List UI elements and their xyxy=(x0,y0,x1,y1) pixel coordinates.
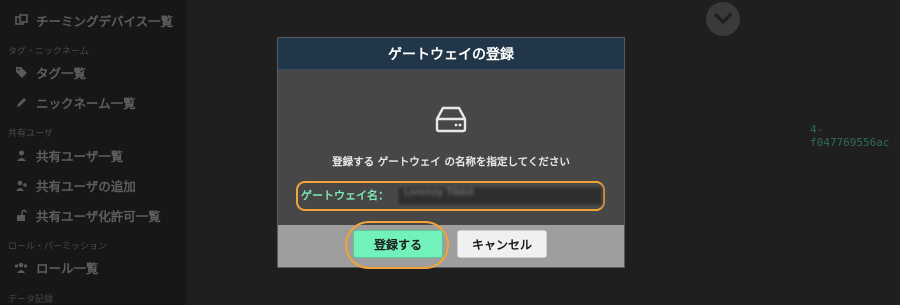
devices-icon xyxy=(14,13,28,27)
chevron-down-icon[interactable] xyxy=(706,2,740,36)
gateway-id-text: 4-f047769556ac xyxy=(810,123,890,149)
dialog-footer xyxy=(278,225,624,267)
sidebar-item-label: 共有ユーザ化許可一覧 xyxy=(36,208,161,224)
register-button[interactable]: 登録する xyxy=(353,230,443,258)
sidebar-item-roles[interactable]: ロール一覧 xyxy=(0,252,186,282)
sidebar-item-tags[interactable]: タグ一覧 xyxy=(0,57,186,87)
sidebar-item-label: 共有ユーザ一覧 xyxy=(36,148,124,164)
sidebar-item-shared-users[interactable]: 共有ユーザ一覧 xyxy=(0,140,186,170)
sidebar-item-teaming-devices[interactable]: チーミングデバイス一覧 xyxy=(0,5,186,35)
sidebar-section-shared-users: 共有ユーザ xyxy=(8,129,53,139)
dialog-title: ゲートウェイの登録 xyxy=(278,38,624,70)
sidebar-item-shared-user-permissions[interactable]: 共有ユーザ化許可一覧 xyxy=(0,200,186,230)
sidebar-item-label: ロール一覧 xyxy=(36,260,99,276)
sidebar-item-label: タグ一覧 xyxy=(36,65,87,81)
user-plus-icon xyxy=(14,178,28,192)
sidebar-item-label: ニックネーム一覧 xyxy=(36,95,136,111)
register-gateway-dialog: ゲートウェイの登録 登録する ゲートウェイ の名称を指定してください ゲートウェ… xyxy=(277,37,625,269)
sidebar-item-label: 共有ユーザの追加 xyxy=(36,178,136,194)
hard-drive-icon xyxy=(434,104,468,134)
gateway-name-input[interactable]: Lorenzy Tibbit xyxy=(397,186,603,206)
dialog-body: 登録する ゲートウェイ の名称を指定してください ゲートウェイ名： Lorenz… xyxy=(278,70,624,225)
sidebar-section-data-logging: データ記録 xyxy=(8,295,54,305)
sidebar-item-nicknames[interactable]: ニックネーム一覧 xyxy=(0,87,186,117)
sidebar-section-tags: タグ・ニックネーム xyxy=(8,47,89,57)
unlock-icon xyxy=(14,208,28,222)
cancel-button[interactable]: キャンセル xyxy=(457,230,547,258)
user-icon xyxy=(14,148,28,162)
pencil-icon xyxy=(14,95,28,109)
sidebar-section-roles: ロール・パーミッション xyxy=(8,242,108,252)
sidebar: チーミングデバイス一覧 タグ・ニックネーム タグ一覧 ニックネーム一覧 共有ユー… xyxy=(0,0,186,305)
tags-icon xyxy=(14,65,28,79)
gateway-name-label: ゲートウェイ名： xyxy=(301,189,389,202)
users-icon xyxy=(14,260,28,274)
dialog-instruction: 登録する ゲートウェイ の名称を指定してください xyxy=(332,156,570,168)
sidebar-item-label: チーミングデバイス一覧 xyxy=(36,13,174,29)
sidebar-item-add-shared-user[interactable]: 共有ユーザの追加 xyxy=(0,170,186,200)
